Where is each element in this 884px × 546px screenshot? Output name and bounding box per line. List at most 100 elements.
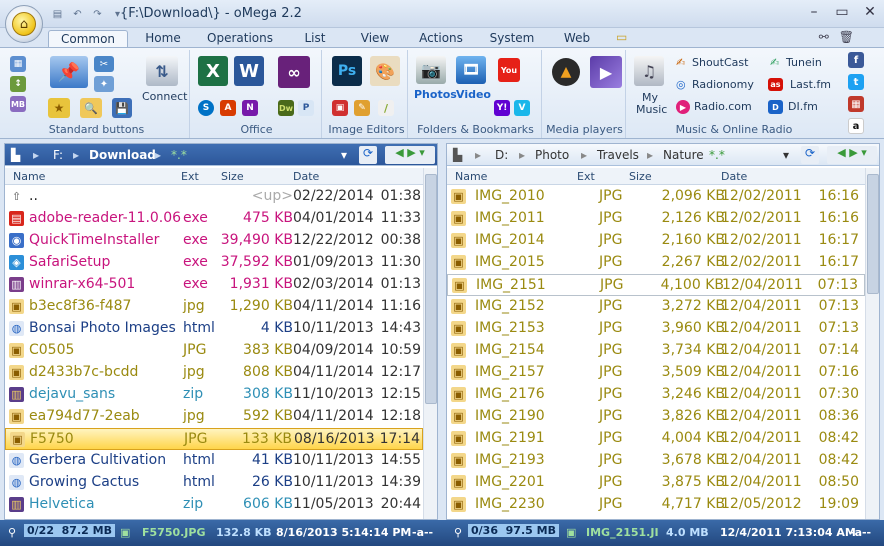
- left-path-bar[interactable]: ▙ ▸ F: ▸ Download ▸ *.* ▾ ⟳ ◀ ▶ ▾: [5, 144, 437, 166]
- excel-icon[interactable]: X: [198, 56, 228, 86]
- col-size[interactable]: Size: [629, 170, 652, 183]
- media-player-icon[interactable]: ▶: [590, 56, 622, 88]
- col-name[interactable]: Name: [13, 170, 45, 183]
- app-menu-button[interactable]: ⌂: [5, 5, 43, 43]
- grid-view-icon[interactable]: ▦: [10, 56, 26, 72]
- file-row[interactable]: ▣ ea794d77-2eab jpg 592 KB 04/11/2014 12:18: [5, 406, 423, 428]
- gift-icon[interactable]: ▦: [848, 96, 864, 112]
- maximize-button[interactable]: ▭: [834, 4, 850, 20]
- onenote-icon[interactable]: N: [242, 100, 258, 116]
- video-label[interactable]: Video: [456, 88, 491, 101]
- file-row[interactable]: ▣ IMG_2176 JPG 3,246 KB 12/04/2011 07:30: [447, 384, 865, 406]
- paint-palette-icon[interactable]: 🎨: [370, 56, 400, 86]
- minimize-button[interactable]: –: [806, 4, 822, 20]
- file-row[interactable]: ▣ IMG_2152 JPG 3,272 KB 12/04/2011 07:13: [447, 296, 865, 318]
- file-row[interactable]: ▣ F5750 JPG 133 KB 08/16/2013 17:14: [5, 428, 423, 450]
- radionomy-link[interactable]: Radionomy: [692, 78, 754, 91]
- close-button[interactable]: ✕: [862, 4, 878, 20]
- tunein-link[interactable]: Tunein: [786, 56, 822, 69]
- trash-icon[interactable]: 🗑: [839, 30, 854, 44]
- path-dropdown-icon[interactable]: ▾: [341, 148, 347, 162]
- file-row[interactable]: ▣ IMG_2157 JPG 3,509 KB 12/04/2011 07:16: [447, 362, 865, 384]
- refresh-icon[interactable]: ⟳: [359, 146, 377, 164]
- file-row[interactable]: ◍ Bonsai Photo Images html 4 KB 10/11/2013 14…: [5, 318, 423, 340]
- sort-icon[interactable]: ↕: [10, 76, 26, 92]
- file-row[interactable]: ▣ IMG_2014 JPG 2,160 KB 12/02/2011 16:17: [447, 230, 865, 252]
- right-scroll-thumb[interactable]: [867, 174, 879, 294]
- col-ext[interactable]: Ext: [181, 170, 199, 183]
- col-ext[interactable]: Ext: [577, 170, 595, 183]
- wand-icon[interactable]: ✦: [94, 76, 114, 92]
- search-icon[interactable]: ⚲: [454, 526, 462, 539]
- brush-icon[interactable]: /: [378, 100, 394, 116]
- file-row[interactable]: ⇧.. <up> 02/22/2014 01:38: [5, 186, 423, 208]
- skype-icon[interactable]: S: [198, 100, 214, 116]
- nav-back-forward-icon[interactable]: ◀ ▶ ▾: [385, 146, 435, 164]
- path-folder[interactable]: Download: [89, 148, 156, 162]
- path-filter[interactable]: *.*: [171, 148, 187, 162]
- search-icon[interactable]: ⚲: [8, 526, 16, 539]
- my-music-label[interactable]: My Music: [636, 92, 667, 116]
- tab-system[interactable]: System: [484, 30, 540, 48]
- file-row[interactable]: ◍ Gerbera Cultivation html 41 KB 10/11/2013 1…: [5, 450, 423, 472]
- file-row[interactable]: ▣ IMG_2201 JPG 3,875 KB 12/04/2011 08:50: [447, 472, 865, 494]
- photos-label[interactable]: Photos: [414, 88, 457, 101]
- path-folder-travels[interactable]: Travels: [597, 148, 639, 162]
- file-row[interactable]: ◉ QuickTimeInstaller exe 39,490 KB 12/22/201…: [5, 230, 423, 252]
- file-row[interactable]: ▣ IMG_2193 JPG 3,678 KB 12/04/2011 08:42: [447, 450, 865, 472]
- link-icon[interactable]: ⚯: [819, 30, 829, 44]
- file-row[interactable]: ▣ IMG_2010 JPG 2,096 KB 12/02/2011 16:16: [447, 186, 865, 208]
- amazon-icon[interactable]: a: [848, 118, 864, 134]
- lastfm-link[interactable]: Last.fm: [790, 78, 831, 91]
- left-scroll-thumb[interactable]: [425, 174, 437, 404]
- file-row[interactable]: ▣ C0505 JPG 383 KB 04/09/2014 10:59: [5, 340, 423, 362]
- facebook-icon[interactable]: f: [848, 52, 864, 68]
- youtube-icon[interactable]: You: [498, 58, 520, 82]
- file-row[interactable]: ▤ adobe-reader-11.0.06 exe 475 KB 04/01/2014…: [5, 208, 423, 230]
- photoshop-icon[interactable]: Ps: [332, 56, 362, 86]
- right-scrollbar[interactable]: [865, 168, 879, 519]
- refresh-icon[interactable]: ⟳: [801, 146, 819, 164]
- file-row[interactable]: ▣ IMG_2011 JPG 2,126 KB 12/02/2011 16:16: [447, 208, 865, 230]
- tab-common[interactable]: Common: [48, 30, 128, 48]
- photos-camera-icon[interactable]: 📷: [416, 56, 446, 84]
- folder-search-icon[interactable]: 🔍: [80, 98, 102, 118]
- right-file-panel[interactable]: ▙ ▸ D: ▸ Photo ▸ Travels ▸ Nature *.* ▾ …: [446, 143, 880, 520]
- new-tab-icon[interactable]: ▭: [616, 30, 627, 44]
- tab-list[interactable]: List: [296, 30, 334, 48]
- music-icon[interactable]: ♫: [634, 56, 664, 86]
- radio-com-link[interactable]: Radio.com: [694, 100, 752, 113]
- tab-home[interactable]: Home: [136, 30, 190, 48]
- redo-icon[interactable]: ↷: [90, 7, 105, 20]
- file-row[interactable]: ◍ Growing Cactus html 26 KB 10/11/2013 14:39: [5, 472, 423, 494]
- tab-actions[interactable]: Actions: [414, 30, 468, 48]
- panel-toggle-icon[interactable]: ▤: [50, 7, 65, 20]
- path-folder-photo[interactable]: Photo: [535, 148, 569, 162]
- file-row[interactable]: ▥ winrar-x64-501 exe 1,931 KB 02/03/2014 01:1…: [5, 274, 423, 296]
- file-row[interactable]: ▣ IMG_2153 JPG 3,960 KB 12/04/2011 07:13: [447, 318, 865, 340]
- paint-icon[interactable]: ✎: [354, 100, 370, 116]
- file-row[interactable]: ▣ b3ec8f36-f487 jpg 1,290 KB 04/11/2014 11:16: [5, 296, 423, 318]
- tab-view[interactable]: View: [352, 30, 398, 48]
- vimeo-icon[interactable]: V: [514, 100, 530, 116]
- col-date[interactable]: Date: [721, 170, 747, 183]
- mb-size-icon[interactable]: MB: [10, 96, 26, 112]
- image-viewer-icon[interactable]: ▣: [332, 100, 348, 116]
- vlc-icon[interactable]: ▲: [552, 58, 580, 86]
- file-row[interactable]: ◈ SafariSetup exe 37,592 KB 01/09/2013 11:30: [5, 252, 423, 274]
- col-name[interactable]: Name: [455, 170, 487, 183]
- save-icon[interactable]: 💾: [112, 98, 132, 118]
- file-row[interactable]: ▣ IMG_2151 JPG 4,100 KB 12/04/2011 07:13: [447, 274, 865, 296]
- path-drive[interactable]: D:: [495, 148, 508, 162]
- right-path-bar[interactable]: ▙ ▸ D: ▸ Photo ▸ Travels ▸ Nature *.* ▾ …: [447, 144, 879, 166]
- video-film-icon[interactable]: 🎞: [456, 56, 486, 84]
- file-row[interactable]: ▥ dejavu_sans zip 308 KB 11/10/2013 12:15: [5, 384, 423, 406]
- path-filter[interactable]: *.*: [709, 148, 725, 162]
- col-size[interactable]: Size: [221, 170, 244, 183]
- twitter-icon[interactable]: t: [848, 74, 864, 90]
- file-row[interactable]: ▥ Helvetica zip 606 KB 11/05/2013 20:44: [5, 494, 423, 516]
- dreamweaver-icon[interactable]: Dw: [278, 100, 294, 116]
- path-folder-nature[interactable]: Nature: [663, 148, 704, 162]
- yahoo-icon[interactable]: Y!: [494, 100, 510, 116]
- file-row[interactable]: ▣ IMG_2154 JPG 3,734 KB 12/04/2011 07:14: [447, 340, 865, 362]
